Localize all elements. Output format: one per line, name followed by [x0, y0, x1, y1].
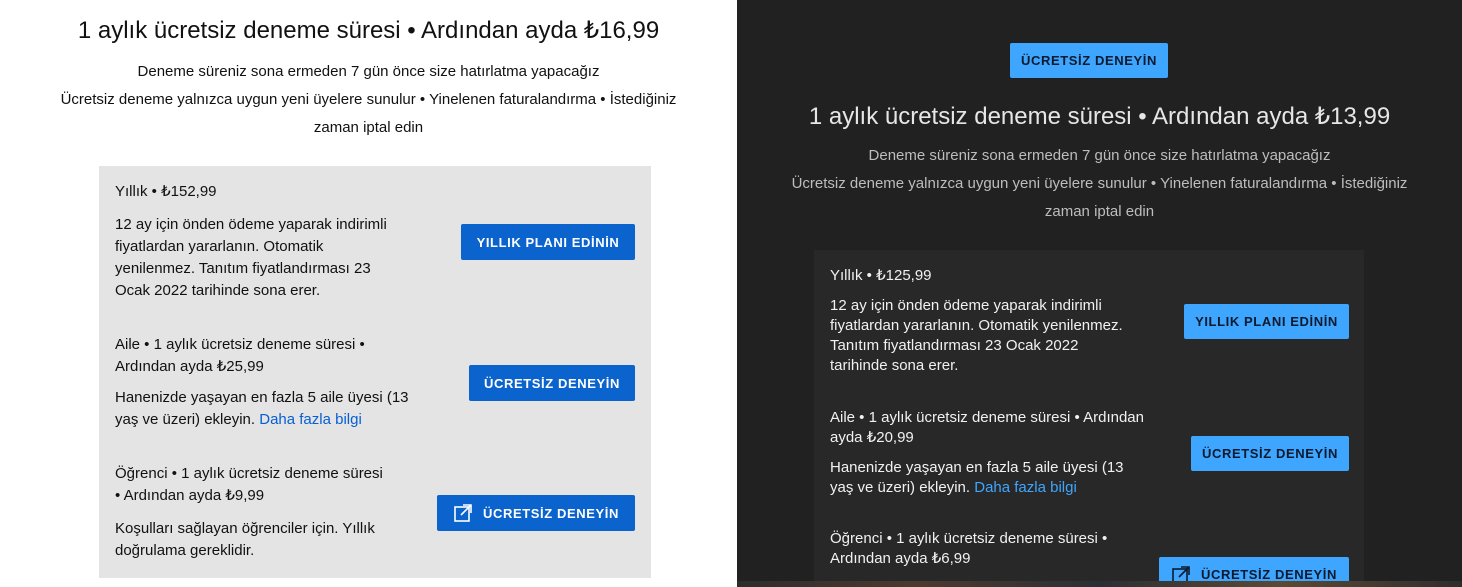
light-theme-panel: 1 aylık ücretsiz deneme süresi • Ardında…: [0, 0, 737, 587]
dark-reminder-text: Deneme süreniz sona ermeden 7 gün önce s…: [868, 147, 1331, 164]
light-family-more-info-link[interactable]: Daha fazla bilgi: [259, 411, 362, 428]
light-yearly-title: Yıllık • ₺152,99: [115, 183, 217, 200]
dark-family-description: Hanenizde yaşayan en fazla 5 aile üyesi …: [830, 459, 1124, 496]
light-student-trial-button[interactable]: ÜCRETSİZ DENEYİN: [437, 495, 635, 531]
dark-family-title: Aile • 1 aylık ücretsiz deneme süresi • …: [830, 409, 1144, 446]
light-yearly-plan-button[interactable]: YILLIK PLANI EDİNİN: [461, 224, 635, 260]
light-reminder-text: Deneme süreniz sona ermeden 7 gün önce s…: [137, 63, 600, 80]
dark-terms-line-2: zaman iptal edin: [1044, 203, 1155, 220]
light-headline: 1 aylık ücretsiz deneme süresi • Ardında…: [77, 17, 660, 44]
dark-family-trial-button[interactable]: ÜCRETSİZ DENEYİN: [1191, 436, 1349, 471]
light-student-trial-label: ÜCRETSİZ DENEYİN: [482, 505, 619, 521]
dark-yearly-title: Yıllık • ₺125,99: [830, 267, 932, 284]
dark-student-title: Öğrenci • 1 aylık ücretsiz deneme süresi…: [830, 530, 1108, 567]
dark-family-more-info-link[interactable]: Daha fazla bilgi: [974, 479, 1077, 496]
dark-terms-line-1: Ücretsiz deneme yalnızca uygun yeni üyel…: [791, 175, 1408, 192]
light-family-description: Hanenizde yaşayan en fazla 5 aile üyesi …: [115, 389, 409, 428]
light-yearly-description: 12 ay için önden ödeme yaparak indirimli…: [115, 216, 387, 299]
background-image-strip: [737, 581, 1462, 587]
dark-yearly-description: 12 ay için önden ödeme yaparak indirimli…: [830, 297, 1123, 374]
light-family-title: Aile • 1 aylık ücretsiz deneme süresi • …: [115, 336, 365, 375]
dark-headline: 1 aylık ücretsiz deneme süresi • Ardında…: [808, 103, 1391, 130]
dark-theme-panel: ÜCRETSİZ DENEYİN 1 aylık ücretsiz deneme…: [737, 0, 1462, 587]
light-student-title: Öğrenci • 1 aylık ücretsiz deneme süresi…: [115, 465, 383, 504]
light-student-description: Koşulları sağlayan öğrenciler için. Yıll…: [115, 520, 375, 559]
dark-yearly-plan-button[interactable]: YILLIK PLANI EDİNİN: [1184, 304, 1349, 339]
light-terms-line-1: Ücretsiz deneme yalnızca uygun yeni üyel…: [60, 91, 677, 108]
light-plans-card: Yıllık • ₺152,99 12 ay için önden ödeme …: [99, 166, 651, 578]
dark-student-trial-label: ÜCRETSİZ DENEYİN: [1200, 567, 1337, 582]
external-link-icon: [453, 503, 473, 523]
light-family-trial-button[interactable]: ÜCRETSİZ DENEYİN: [469, 365, 635, 401]
dark-top-trial-button[interactable]: ÜCRETSİZ DENEYİN: [1010, 43, 1168, 78]
light-terms-line-2: zaman iptal edin: [313, 119, 424, 136]
dark-plans-card: Yıllık • ₺125,99 12 ay için önden ödeme …: [814, 250, 1364, 587]
